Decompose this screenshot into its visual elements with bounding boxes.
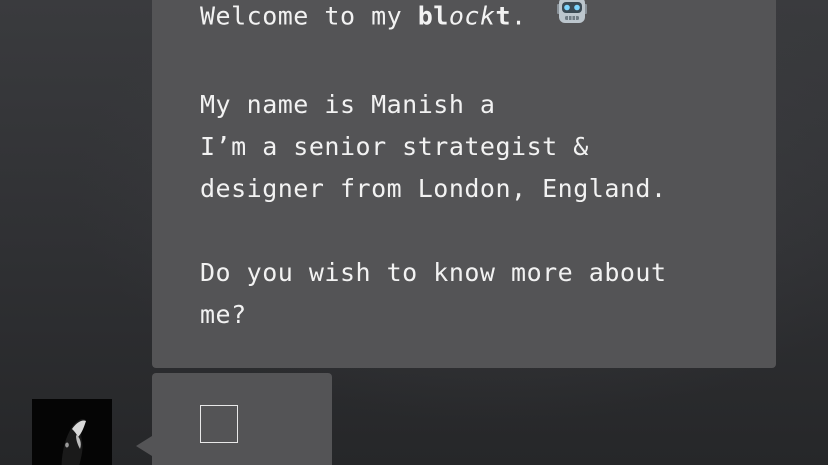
welcome-prefix: Welcome to my [200,1,418,31]
name-line: My name is Manish a [200,90,496,119]
brand-name: blockt [418,2,511,31]
welcome-line: Welcome to my blockt. [200,0,590,43]
robot-face-icon [554,0,590,40]
chat-page: Welcome to my blockt. My name is Manish … [0,0,828,465]
reply-checkbox[interactable] [200,405,238,443]
avatar [32,399,112,465]
avatar-portrait-icon [32,399,112,465]
role-line-2: designer from London, England. [200,174,667,203]
brand-part-2: ock [448,1,496,31]
reply-bubble-tail [136,436,152,456]
welcome-suffix: . [511,1,527,31]
bot-message-bubble: Welcome to my blockt. My name is Manish … [152,0,776,368]
role-line-1: I’m a senior strategist & [200,132,589,161]
question-line-2: me? [200,300,247,329]
question-line-1: Do you wish to know more about [200,258,667,287]
brand-part-3: t [495,1,512,31]
brand-part-1: bl [417,1,449,31]
reply-bubble [152,373,332,465]
